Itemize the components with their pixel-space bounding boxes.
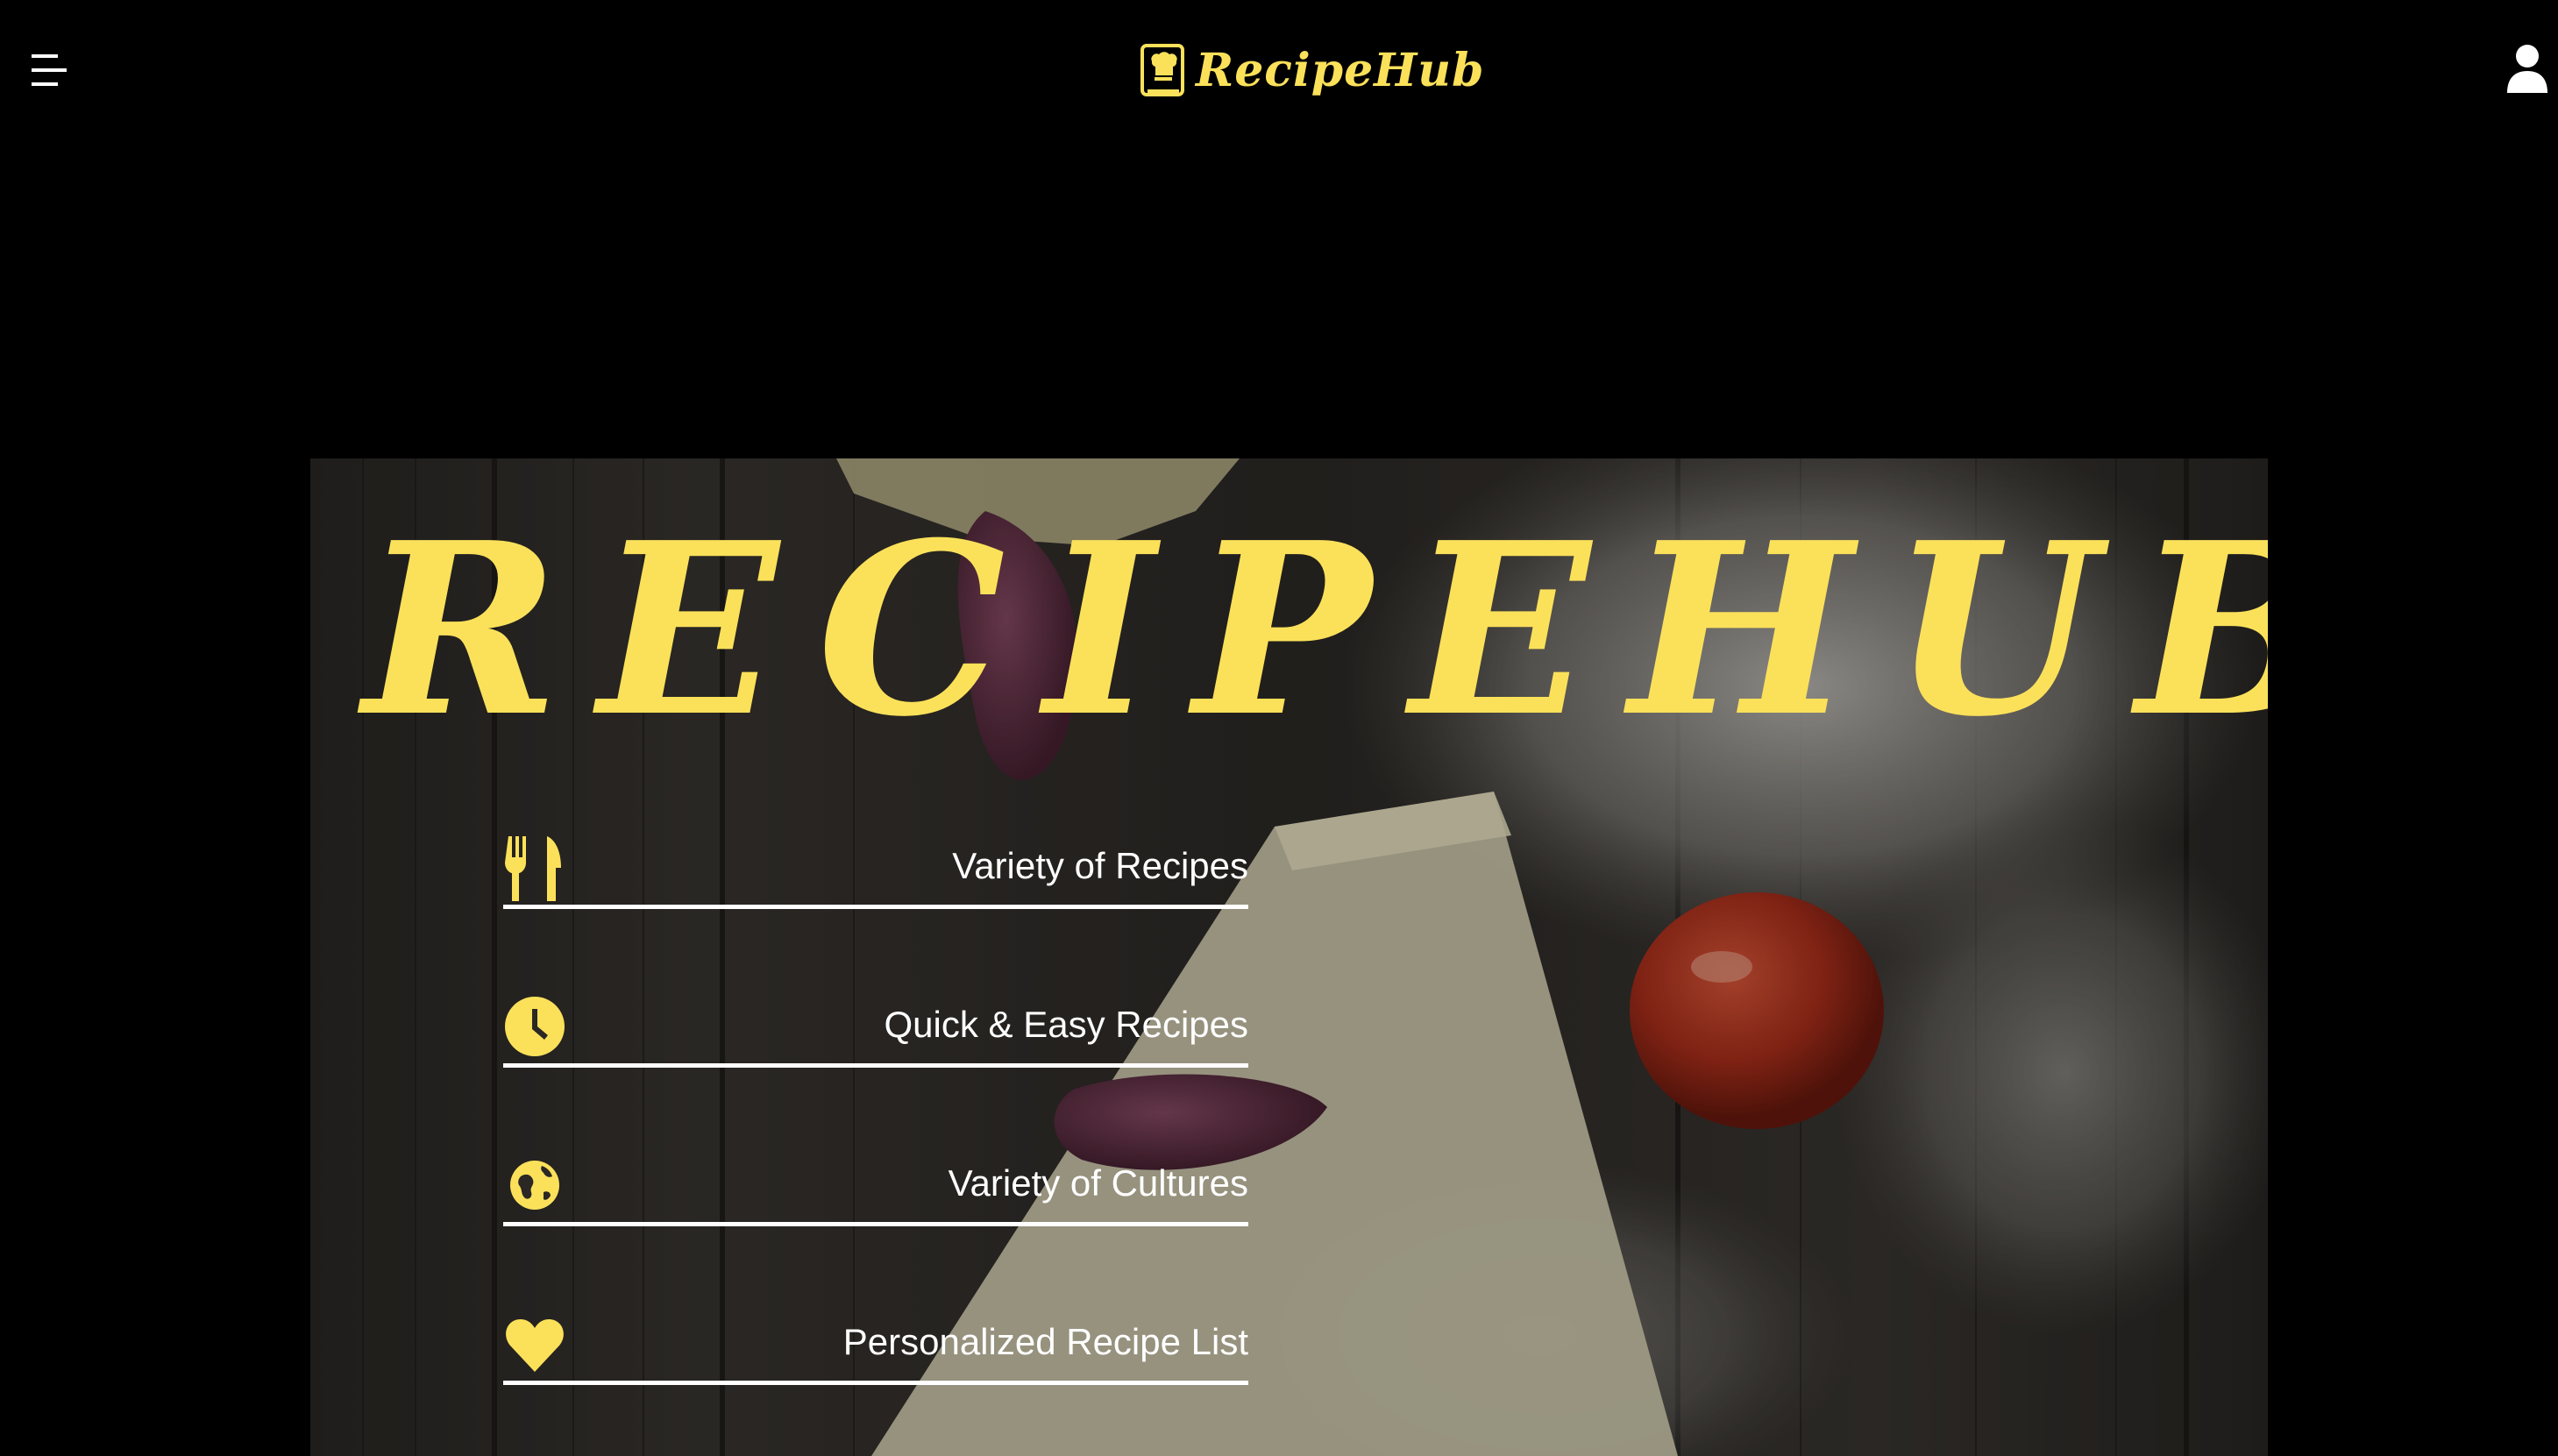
feature-label: Quick & Easy Recipes — [884, 1004, 1249, 1045]
feature-quick-easy-recipes[interactable]: Quick & Easy Recipes — [503, 974, 1248, 1133]
feature-divider — [503, 1381, 1248, 1385]
clock-icon — [503, 991, 566, 1062]
feature-variety-of-recipes[interactable]: Variety of Recipes — [503, 815, 1248, 974]
top-nav-bar: RecipeHub — [0, 0, 2558, 140]
globe-icon — [503, 1150, 566, 1220]
hamburger-menu-icon[interactable] — [25, 46, 74, 95]
feature-label: Variety of Cultures — [948, 1162, 1248, 1204]
feature-label: Variety of Recipes — [952, 845, 1248, 886]
brand-name: RecipeHub — [1196, 43, 1485, 97]
hero-title: RECIPEHUB — [363, 490, 2268, 769]
hero-section: RECIPEHUB Variety of Recipes Quick & Eas… — [310, 458, 2268, 1456]
feature-divider — [503, 905, 1248, 909]
features-list: Variety of Recipes Quick & Easy Recipes — [503, 815, 1248, 1450]
feature-personalized-recipe-list[interactable]: Personalized Recipe List — [503, 1291, 1248, 1450]
feature-divider — [503, 1063, 1248, 1068]
brand-logo-link[interactable]: RecipeHub — [1140, 39, 1484, 102]
feature-label: Personalized Recipe List — [842, 1321, 1248, 1362]
feature-variety-of-cultures[interactable]: Variety of Cultures — [503, 1133, 1248, 1291]
feature-divider — [503, 1222, 1248, 1226]
heart-icon — [503, 1309, 566, 1379]
fork-knife-icon — [503, 833, 566, 903]
user-profile-icon[interactable] — [2505, 44, 2549, 93]
chef-book-icon — [1140, 42, 1187, 98]
